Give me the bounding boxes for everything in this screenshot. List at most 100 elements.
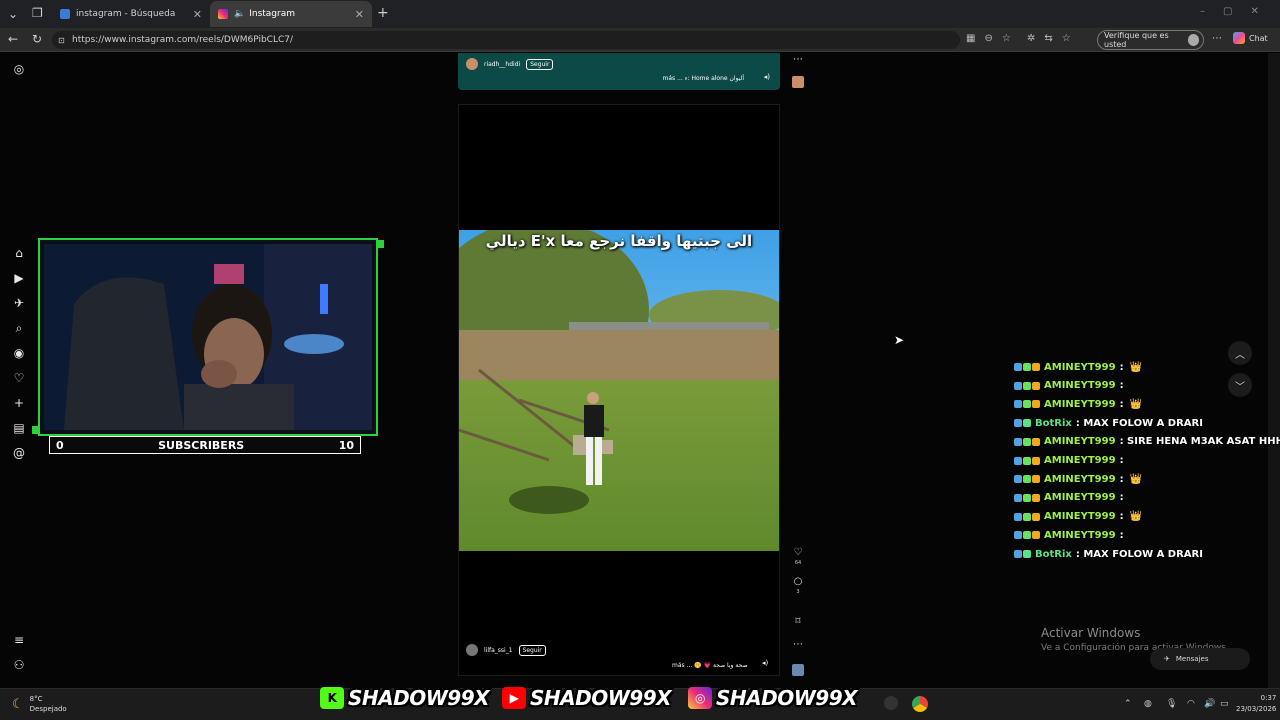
badge-icon — [1023, 437, 1031, 446]
chat-username: BotRix — [1035, 548, 1072, 560]
tray-app-icon[interactable]: ◍ — [1144, 699, 1152, 709]
reel-previous[interactable]: riadh__hdidi Seguir más ... ء: Home alon… — [458, 53, 780, 90]
badge-icon — [1032, 381, 1040, 390]
meta-icon[interactable]: ⚇ — [12, 658, 26, 672]
threads-icon[interactable]: @ — [12, 446, 26, 460]
site-info-icon[interactable]: ⊡ — [58, 36, 65, 45]
badge-icon — [1023, 363, 1031, 371]
refresh-icon[interactable]: ↻ — [32, 32, 42, 46]
messages-icon[interactable]: ✈ — [12, 296, 26, 310]
chat-message: AMINEYT999: SIRE HENA M3AK ASAT HHHH — [1014, 433, 1280, 451]
chat-text: : — [1119, 380, 1124, 392]
badge-icon — [1014, 400, 1022, 409]
copilot-chat-button[interactable]: Chat — [1233, 32, 1268, 44]
reel-caption[interactable]: más ... ء: Home alone أليوان — [663, 75, 744, 82]
user-badges — [1014, 531, 1040, 540]
chat-message: AMINEYT999: 👑 — [1014, 508, 1142, 526]
badge-icon — [1014, 493, 1022, 502]
badge-icon — [1023, 475, 1031, 484]
scrollbar[interactable] — [1268, 53, 1280, 688]
chat-message: AMINEYT999: 👑 — [1014, 470, 1142, 488]
avatar — [1187, 34, 1199, 46]
badge-icon — [1023, 456, 1031, 465]
url-text: https://www.instagram.com/reels/DWM6PibC… — [72, 35, 294, 45]
window-controls[interactable]: –▢✕ — [1200, 6, 1277, 17]
reel-username[interactable]: lilfa_ssi_1 — [484, 647, 513, 654]
scroll-down-button[interactable]: ﹀ — [1228, 373, 1252, 397]
scroll-up-button[interactable]: ︿ — [1228, 341, 1252, 365]
address-bar-actions[interactable]: ▦⊖☆ — [966, 33, 1020, 44]
mute-icon[interactable]: ◂) — [764, 73, 770, 81]
chat-username: BotRix — [1035, 417, 1072, 429]
badge-icon — [1032, 400, 1040, 409]
search-icon[interactable]: ⌕ — [12, 321, 26, 335]
badge-icon — [1023, 381, 1031, 390]
comment-icon[interactable]: ○ — [792, 576, 804, 587]
battery-icon[interactable]: ▭ — [1220, 699, 1229, 709]
follow-button[interactable]: Seguir — [526, 58, 554, 70]
microphone-icon[interactable]: 🎙 — [1166, 699, 1177, 709]
audio-thumbnail[interactable] — [792, 664, 804, 676]
close-icon[interactable]: ✕ — [193, 8, 202, 21]
badge-icon — [1014, 475, 1022, 484]
reel-author: riadh__hdidi Seguir — [466, 58, 554, 70]
url-input[interactable]: ⊡ https://www.instagram.com/reels/DWM6Pi… — [52, 31, 960, 49]
like-icon[interactable]: ♡ — [792, 547, 804, 558]
home-icon[interactable]: ⌂ — [12, 246, 26, 260]
tray-overflow-icon[interactable]: ⌃ — [1124, 699, 1132, 709]
workspaces-icon[interactable]: ❐ — [32, 6, 43, 20]
profile-button[interactable]: Verifique que es usted — [1097, 30, 1204, 50]
chat-text: : — [1119, 398, 1124, 410]
avatar[interactable] — [466, 58, 478, 70]
dashboard-icon[interactable]: ▤ — [12, 421, 26, 435]
tab-search[interactable]: instagram - Búsqueda ✕ — [52, 1, 210, 27]
reel-username[interactable]: riadh__hdidi — [484, 61, 520, 68]
reel-caption[interactable]: más ... 🤫 💗 صحة وبا صحة — [672, 662, 748, 669]
weather-widget[interactable]: ☾ 8°C Despejado — [12, 694, 67, 714]
crown-emote: 👑 — [1129, 511, 1143, 523]
more-options-icon[interactable]: ⋯ — [792, 54, 804, 65]
more-icon[interactable]: ≡ — [12, 633, 26, 647]
profile-label: Verifique que es usted — [1104, 31, 1169, 49]
more-menu-icon[interactable]: ⋯ — [1212, 33, 1222, 44]
close-icon[interactable]: ✕ — [355, 8, 364, 21]
chat-text: : — [1119, 529, 1124, 541]
back-icon[interactable]: ← — [8, 32, 18, 46]
tab-instagram[interactable]: 🔈 Instagram ✕ — [210, 1, 372, 27]
create-icon[interactable]: + — [12, 396, 26, 410]
explore-icon[interactable]: ◉ — [12, 346, 26, 360]
user-badges — [1014, 400, 1040, 409]
follow-button[interactable]: Seguir — [518, 644, 546, 656]
chat-label: Chat — [1249, 33, 1268, 43]
chat-text: : — [1119, 455, 1124, 466]
moon-icon: ☾ — [12, 696, 24, 712]
notifications-icon[interactable]: ♡ — [12, 371, 26, 385]
kick-icon: K — [320, 687, 344, 709]
frame-corner — [32, 426, 40, 434]
instagram-logo-icon[interactable]: ◎ — [12, 62, 26, 76]
taskbar-app-icon[interactable] — [884, 696, 898, 710]
save-icon[interactable]: ⌑ — [792, 616, 804, 627]
frame-corner — [376, 240, 384, 248]
reel-video[interactable] — [459, 230, 779, 551]
wifi-icon[interactable]: ◠ — [1187, 699, 1195, 709]
speaker-icon[interactable]: 🔈 — [234, 9, 245, 19]
tab-list-icon[interactable]: ⌄ — [8, 7, 18, 21]
toolbar-actions[interactable]: ✲⇆☆ — [1027, 33, 1080, 44]
taskbar-clock[interactable]: 0:37 23/03/2026 — [1236, 693, 1276, 715]
crown-emote: 👑 — [1129, 361, 1143, 373]
messages-button[interactable]: ✈ Mensajes — [1150, 648, 1250, 670]
new-tab-icon[interactable]: + — [377, 5, 389, 21]
banner-youtube: ▶ SHADOW99X — [502, 686, 672, 710]
audio-thumbnail[interactable] — [792, 76, 804, 88]
chat-text: : — [1119, 511, 1124, 523]
banner-kick: K SHADOW99X — [320, 686, 490, 710]
avatar[interactable] — [466, 644, 478, 656]
mute-icon[interactable]: ◂) — [762, 659, 768, 667]
chat-text: : SIRE HENA M3AK ASAT HHHH — [1119, 436, 1280, 448]
chrome-icon[interactable] — [912, 696, 928, 712]
reels-icon[interactable]: ▶ — [12, 271, 26, 285]
more-options-icon[interactable]: ⋯ — [792, 639, 804, 650]
volume-icon[interactable]: 🔊 — [1204, 699, 1215, 709]
badge-icon — [1032, 531, 1040, 540]
